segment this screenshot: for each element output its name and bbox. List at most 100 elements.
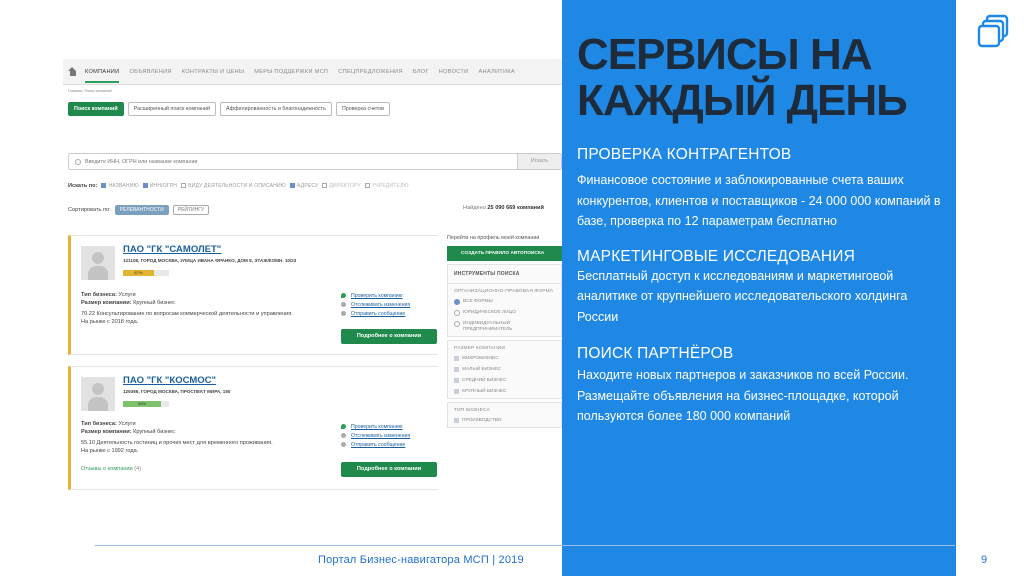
reviews-link[interactable]: Отзывы о компании (4) — [81, 466, 141, 472]
search-placeholder: Введите ИНН, ОГРН или название компании — [85, 158, 198, 165]
footer-divider — [95, 545, 955, 546]
search-input[interactable]: Введите ИНН, ОГРН или название компании … — [68, 153, 562, 170]
size-option[interactable]: МИКРОБИЗНЕС — [448, 354, 561, 365]
filter-inn[interactable]: ИНН/ОГРН — [142, 183, 177, 189]
nav-item-support[interactable]: МЕРЫ ПОДДЕРЖКИ МСП — [254, 69, 328, 75]
nav-item-companies[interactable]: КОМПАНИИ — [85, 69, 120, 83]
checkbox[interactable] — [454, 418, 459, 423]
autosearch-button[interactable]: СОЗДАТЬ ПРАВИЛО АВТОПОИСКА — [447, 246, 562, 261]
check-company-link[interactable]: Проверить компанию — [341, 292, 410, 301]
section-marketing: МАРКЕТИНГОВЫЕ ИССЛЕДОВАНИЯ Бесплатный до… — [577, 248, 956, 328]
filter-name[interactable]: НАЗВАНИЮ — [101, 183, 139, 189]
checkbox[interactable] — [322, 183, 328, 189]
nav-item-analytics[interactable]: АНАЛИТИКА — [478, 69, 514, 75]
filter-address[interactable]: АДРЕСУ — [290, 183, 318, 189]
section-body: Бесплатный доступ к исследованиям и марк… — [577, 268, 908, 324]
stacked-squares-icon — [977, 14, 1009, 48]
mail-icon — [341, 442, 346, 448]
nav-item-blog[interactable]: БЛОГ — [413, 69, 429, 75]
shield-icon — [341, 424, 346, 430]
search-icon — [75, 158, 81, 165]
section-heading: ПРОВЕРКА КОНТРАГЕНТОВ — [577, 146, 792, 163]
company-name[interactable]: ПАО "ГК "КОСМОС" — [123, 375, 216, 386]
size-option[interactable]: КРУПНЫЙ БИЗНЕС — [448, 387, 561, 398]
rating-fill: 83% — [123, 401, 162, 407]
company-search-button[interactable]: Поиск компаний — [68, 102, 124, 116]
slide-title: СЕРВИСЫ НА КАЖДЫЙ ДЕНЬ — [577, 30, 908, 125]
search-button[interactable]: Искать — [517, 154, 561, 169]
breadcrumb[interactable]: Главная / Поиск компаний — [63, 85, 562, 97]
sort-row: Сортировать по: РЕЛЕВАНТНОСТИ РЕЙТИНГУ Н… — [68, 205, 562, 215]
checkbox[interactable] — [454, 378, 459, 383]
checkbox[interactable] — [142, 183, 148, 189]
track-changes-link[interactable]: Отслеживать изменения — [341, 432, 410, 441]
company-info: Тип бизнеса: Услуги Размер компании: Кру… — [81, 421, 273, 454]
legal-form-option[interactable]: ИНДИВИДУАЛЬНЫЙ ПРЕДПРИНИМАТЕЛЬ — [448, 319, 561, 336]
nav-item-news[interactable]: НОВОСТИ — [439, 69, 469, 75]
affiliation-button[interactable]: Аффилированность и благонадежность — [219, 102, 332, 116]
company-address: 129366, ГОРОД МОСКВА, ПРОСПЕКТ МИРА, 150 — [123, 389, 231, 394]
tools-header: ИНСТРУМЕНТЫ ПОИСКА — [448, 265, 561, 284]
check-company-link[interactable]: Проверить компанию — [341, 423, 410, 432]
size-option[interactable]: СРЕДНИЙ БИЗНЕС — [448, 376, 561, 387]
biztype-filter-panel: ТИП БИЗНЕСА ПРОИЗВОДСТВО — [447, 402, 562, 428]
checkbox[interactable] — [101, 183, 107, 189]
shield-icon — [341, 293, 346, 299]
biztype-option[interactable]: ПРОИЗВОДСТВО — [448, 416, 561, 427]
company-card: ПАО "ГК "САМОЛЕТ" 121108, ГОРОД МОСКВА, … — [68, 235, 438, 355]
company-details-button[interactable]: Подробнее о компании — [341, 329, 437, 344]
checkbox[interactable] — [290, 183, 296, 189]
rating-bar: 67% — [123, 270, 169, 276]
checkbox[interactable] — [454, 367, 459, 372]
mail-icon — [341, 311, 346, 317]
home-icon[interactable] — [68, 67, 77, 76]
radio[interactable] — [454, 321, 460, 327]
sort-label: Сортировать по: — [68, 207, 111, 213]
legal-form-option[interactable]: ЮРИДИЧЕСКОЕ ЛИЦО — [448, 308, 561, 319]
radio[interactable] — [454, 310, 460, 316]
avatar — [81, 377, 115, 411]
company-actions: Проверить компанию Отслеживать изменения… — [341, 423, 410, 450]
rating-fill: 67% — [123, 270, 154, 276]
services-panel: СЕРВИСЫ НА КАЖДЫЙ ДЕНЬ ПРОВЕРКА КОНТРАГЕ… — [562, 0, 956, 576]
filter-founder[interactable]: УЧРЕДИТЕЛЮ — [364, 183, 409, 189]
size-option[interactable]: МАЛЫЙ БИЗНЕС — [448, 365, 561, 376]
advanced-search-button[interactable]: Расширенный поиск компаний — [127, 102, 216, 116]
filter-activity[interactable]: ВИДУ ДЕЯТЕЛЬНОСТИ И ОПИСАНИЮ — [181, 183, 286, 189]
filter-director[interactable]: ДИРЕКТОРУ — [322, 183, 361, 189]
company-info: Тип бизнеса: Услуги Размер компании: Кру… — [81, 292, 293, 325]
company-card: ПАО "ГК "КОСМОС" 129366, ГОРОД МОСКВА, П… — [68, 366, 438, 490]
track-changes-link[interactable]: Отслеживать изменения — [341, 301, 410, 310]
sort-relevance[interactable]: РЕЛЕВАНТНОСТИ — [114, 205, 169, 215]
biztype-header: ТИП БИЗНЕСА — [454, 408, 491, 413]
send-message-link[interactable]: Отправить сообщение — [341, 310, 410, 319]
my-profile-link[interactable]: Перейти на профиль моей компании — [447, 235, 562, 241]
sort-rating[interactable]: РЕЙТИНГУ — [172, 205, 210, 215]
section-body: Финансовое состояние и заблокированные с… — [577, 173, 941, 228]
size-header: РАЗМЕР КОМПАНИИ — [454, 346, 506, 351]
search-tools-column: Перейти на профиль моей компании СОЗДАТЬ… — [447, 235, 562, 495]
send-message-link[interactable]: Отправить сообщение — [341, 441, 410, 450]
company-address: 121108, ГОРОД МОСКВА, УЛИЦА ИВАНА ФРАНКО… — [123, 258, 297, 263]
company-details-button[interactable]: Подробнее о компании — [341, 462, 437, 477]
checkbox[interactable] — [181, 183, 187, 189]
found-count: Найдено 25 090 669 компаний — [463, 205, 544, 211]
footer-text: Портал Бизнес-навигатора МСП | 2019 — [318, 554, 524, 566]
search-in-label: Искать по: — [68, 183, 98, 189]
account-check-button[interactable]: Проверка счетов — [335, 102, 391, 116]
section-counterparty: ПРОВЕРКА КОНТРАГЕНТОВ Финансовое состоян… — [577, 146, 956, 232]
nav-item-ads[interactable]: ОБЪЯВЛЕНИЯ — [129, 69, 171, 75]
checkbox[interactable] — [454, 356, 459, 361]
legal-form-option[interactable]: ВСЕ ФОРМЫ — [448, 297, 561, 308]
search-in-filters: Искать по: НАЗВАНИЮ ИНН/ОГРН ВИДУ ДЕЯТЕЛ… — [68, 183, 409, 189]
company-name[interactable]: ПАО "ГК "САМОЛЕТ" — [123, 244, 221, 255]
screenshot: КОМПАНИИ ОБЪЯВЛЕНИЯ КОНТРАКТЫ И ЦЕНЫ МЕР… — [63, 59, 562, 495]
nav-item-offers[interactable]: СПЕЦПРЕДЛОЖЕНИЯ — [338, 69, 403, 75]
checkbox[interactable] — [364, 183, 370, 189]
slide: КОМПАНИИ ОБЪЯВЛЕНИЯ КОНТРАКТЫ И ЦЕНЫ МЕР… — [0, 0, 1024, 576]
nav-item-contracts[interactable]: КОНТРАКТЫ И ЦЕНЫ — [182, 69, 245, 75]
checkbox[interactable] — [454, 389, 459, 394]
size-filter-panel: РАЗМЕР КОМПАНИИ МИКРОБИЗНЕС МАЛЫЙ БИЗНЕС… — [447, 340, 562, 399]
section-partners: ПОИСК ПАРТНЁРОВ Находите новых партнеров… — [577, 345, 956, 427]
radio[interactable] — [454, 299, 460, 305]
